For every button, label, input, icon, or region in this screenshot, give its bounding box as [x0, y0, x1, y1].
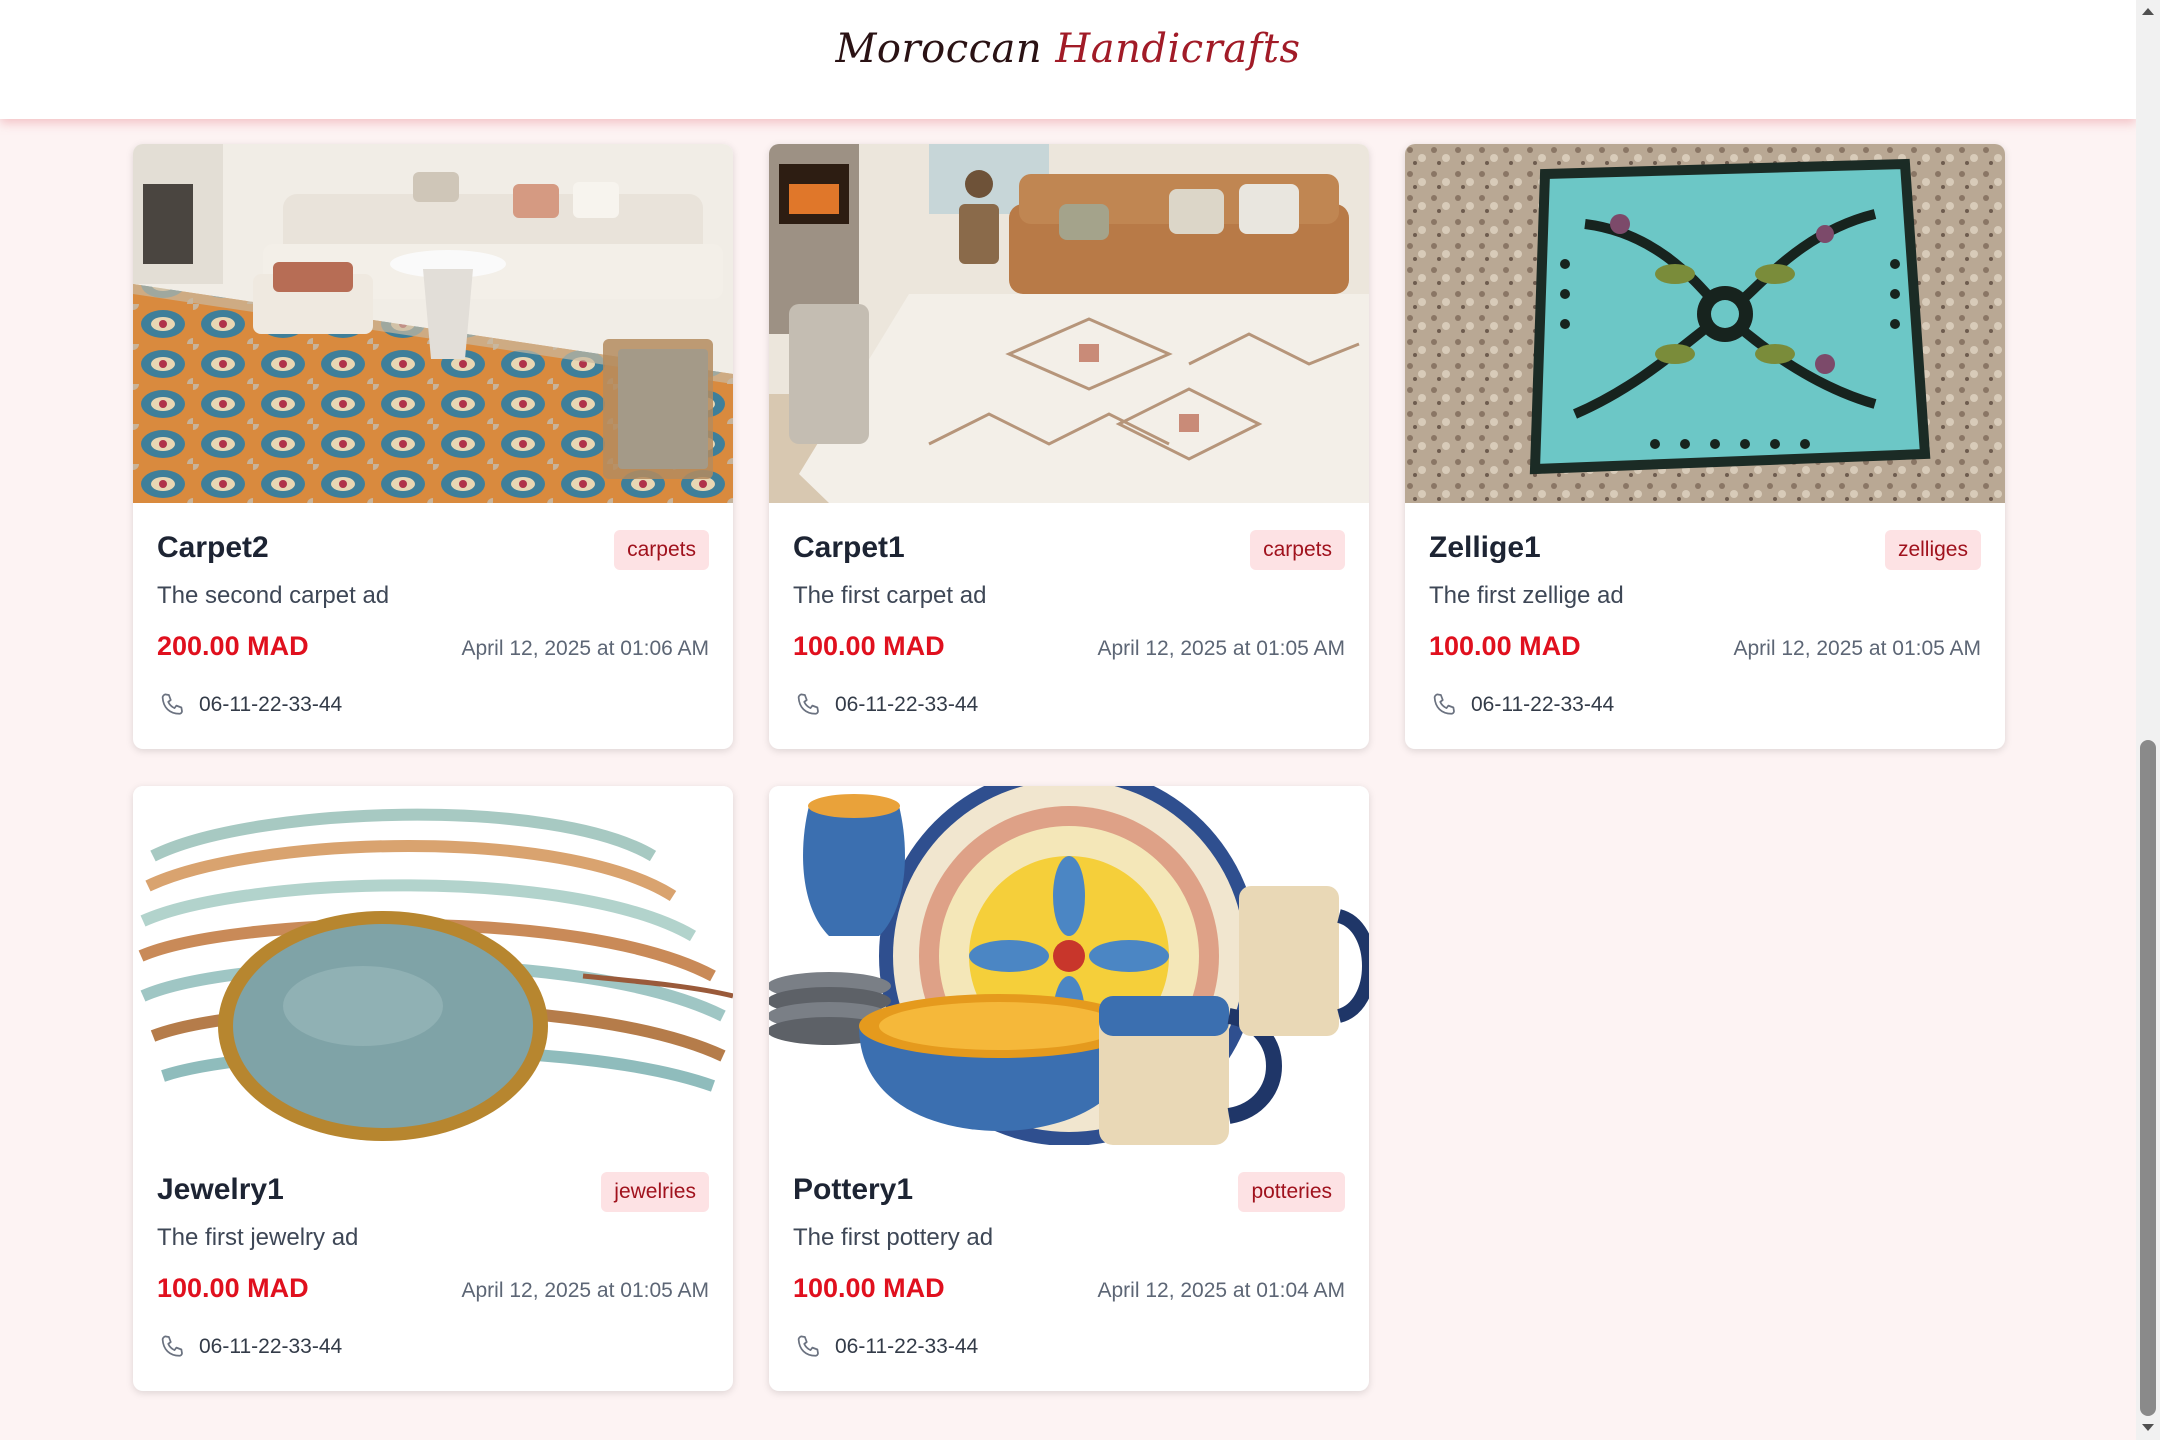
- logo-text-accent: Handicrafts: [1055, 26, 1301, 72]
- ad-description: The first zellige ad: [1429, 582, 1624, 609]
- scroll-up-arrow-icon[interactable]: [2136, 0, 2160, 24]
- ad-date: April 12, 2025 at 01:06 AM: [461, 637, 710, 660]
- vertical-scrollbar[interactable]: [2136, 0, 2160, 1440]
- site-header: Moroccan Handicrafts: [0, 0, 2136, 119]
- ad-price: 100.00 MAD: [793, 1273, 945, 1303]
- ad-date: April 12, 2025 at 01:05 AM: [1097, 637, 1346, 660]
- beaded-wrap-bracelet-photo: [133, 786, 733, 1145]
- ad-card-body: Carpet1 carpets The first carpet ad 100.…: [769, 503, 1369, 749]
- category-badge[interactable]: potteries: [1238, 1172, 1345, 1212]
- ad-title[interactable]: Carpet1: [793, 531, 905, 565]
- ad-description: The second carpet ad: [157, 582, 390, 609]
- ad-image-zellige1[interactable]: [1405, 144, 2005, 503]
- ad-card-body: Jewelry1 jewelries The first jewelry ad …: [133, 1145, 733, 1391]
- scrollbar-thumb[interactable]: [2140, 740, 2156, 1416]
- scroll-down-arrow-icon[interactable]: [2136, 1416, 2160, 1440]
- ad-phone[interactable]: 06-11-22-33-44: [199, 1335, 342, 1359]
- site-logo[interactable]: Moroccan Handicrafts: [0, 26, 2136, 72]
- phone-icon: [1429, 690, 1459, 720]
- ad-price: 100.00 MAD: [1429, 631, 1581, 661]
- phone-icon: [157, 1332, 187, 1362]
- ad-card[interactable]: Carpet1 carpets The first carpet ad 100.…: [769, 144, 1369, 749]
- ad-phone[interactable]: 06-11-22-33-44: [1471, 693, 1614, 717]
- category-badge[interactable]: carpets: [614, 530, 709, 570]
- category-badge[interactable]: carpets: [1250, 530, 1345, 570]
- ad-card-body: Zellige1 zelliges The first zellige ad 1…: [1405, 503, 2005, 749]
- ad-title[interactable]: Pottery1: [793, 1173, 913, 1207]
- ad-description: The first pottery ad: [793, 1224, 994, 1251]
- painted-pottery-dinnerware-photo: [769, 786, 1369, 1145]
- ad-price: 100.00 MAD: [157, 1273, 309, 1303]
- ad-card-body: Carpet2 carpets The second carpet ad 200…: [133, 503, 733, 749]
- ad-title[interactable]: Jewelry1: [157, 1173, 284, 1207]
- ad-date: April 12, 2025 at 01:05 AM: [1733, 637, 1982, 660]
- ad-card[interactable]: Carpet2 carpets The second carpet ad 200…: [133, 144, 733, 749]
- ad-phone[interactable]: 06-11-22-33-44: [199, 693, 342, 717]
- ad-phone[interactable]: 06-11-22-33-44: [835, 1335, 978, 1359]
- ad-price: 100.00 MAD: [793, 631, 945, 661]
- ad-card[interactable]: Zellige1 zelliges The first zellige ad 1…: [1405, 144, 2005, 749]
- ad-title[interactable]: Zellige1: [1429, 531, 1541, 565]
- ad-image-jewelry1[interactable]: [133, 786, 733, 1145]
- ad-image-carpet1[interactable]: [769, 144, 1369, 503]
- ad-phone[interactable]: 06-11-22-33-44: [835, 693, 978, 717]
- living-room-berber-rug-photo: [769, 144, 1369, 503]
- ad-card[interactable]: Jewelry1 jewelries The first jewelry ad …: [133, 786, 733, 1391]
- turquoise-zellige-tile-photo: [1405, 144, 2005, 503]
- phone-icon: [157, 690, 187, 720]
- logo-text-main: Moroccan: [835, 26, 1056, 72]
- ad-price: 200.00 MAD: [157, 631, 309, 661]
- ad-date: April 12, 2025 at 01:05 AM: [461, 1279, 710, 1302]
- phone-icon: [793, 690, 823, 720]
- ad-description: The first carpet ad: [793, 582, 987, 609]
- ad-card-body: Pottery1 potteries The first pottery ad …: [769, 1145, 1369, 1391]
- phone-icon: [793, 1332, 823, 1362]
- category-badge[interactable]: zelliges: [1884, 530, 1981, 570]
- ad-date: April 12, 2025 at 01:04 AM: [1097, 1279, 1346, 1302]
- living-room-colorful-rug-photo: [133, 144, 733, 503]
- ad-description: The first jewelry ad: [157, 1224, 359, 1251]
- ad-title[interactable]: Carpet2: [157, 531, 269, 565]
- ad-image-carpet2[interactable]: [133, 144, 733, 503]
- ad-card[interactable]: Pottery1 potteries The first pottery ad …: [769, 786, 1369, 1391]
- category-badge[interactable]: jewelries: [601, 1172, 709, 1212]
- ad-image-pottery1[interactable]: [769, 786, 1369, 1145]
